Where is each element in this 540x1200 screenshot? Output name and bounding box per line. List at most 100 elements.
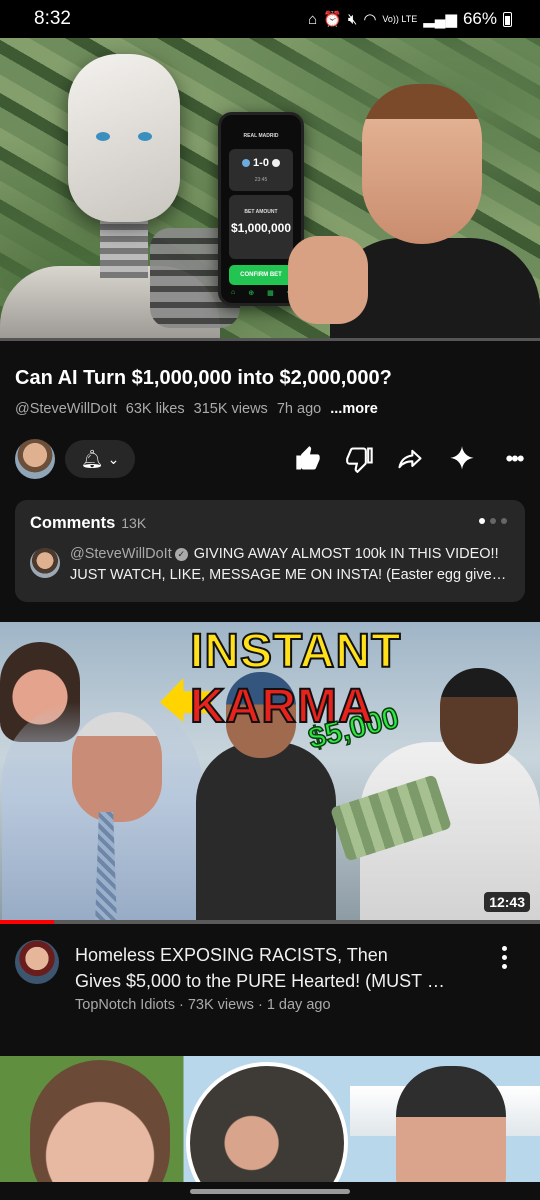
status-time: 8:32 [34,8,71,29]
comment-line-1: @SteveWillDoIt ✓ GIVING AWAY ALMOST 100k I… [70,544,510,565]
old-man [2,702,202,924]
battery-percent: 66% [462,9,497,28]
upload-age: 7h ago [276,401,322,417]
comments-pager-dots [479,518,507,524]
comment-text-2: JUST WATCH, LIKE, MESSAGE ME ON INSTA! (… [70,567,510,583]
signal-icon: ▂▄▆ [423,11,457,28]
notification-bell-button[interactable]: 🔔︎ ⌄ [65,440,135,478]
next-video-title-line-2: Gives $5,000 to the PURE Hearted! (MUST … [75,971,445,991]
next-video-meta: TopNotch Idiots · 73K views · 1 day ago [75,997,331,1013]
phone-home-icon: ⌂ [231,289,236,296]
next-video-age: 1 day ago [266,997,331,1013]
robot-eye-right [138,132,152,141]
phone-score: 1-0 [253,157,269,169]
share-button[interactable] [394,443,426,475]
thumbnail-text-karma: KARMA [189,679,374,734]
system-nav-bar [0,1182,540,1200]
man-head [362,84,482,244]
chevron-down-icon: ⌄ [107,450,120,467]
real-madrid-crest-icon [271,159,280,168]
alarm-icon: ⏰ [323,11,342,28]
action-row: 🔔︎ ⌄ ••• [0,437,540,483]
next-video-menu-button[interactable] [492,942,516,972]
next-video-title[interactable]: Homeless EXPOSING RACISTS, Then Gives $5… [75,942,475,994]
woman-face [30,1060,170,1182]
more-actions-button[interactable]: ••• [498,443,530,475]
watched-progress-fill [0,920,54,924]
verified-icon: ✓ [174,548,188,561]
old-man-tie [94,812,118,924]
dislike-button[interactable] [344,443,376,475]
comment-avatar [30,548,60,578]
meta-separator: · [174,997,188,1013]
more-link[interactable]: ...more [330,401,378,417]
phone-confirm-button: CONFIRM BET [229,265,293,285]
comments-card[interactable]: Comments 13K @SteveWillDoIt ✓ GIVING AWAY A… [15,500,525,602]
robot-head [68,54,180,222]
lock-screen-icon: ⌂ [308,10,318,28]
comments-label: Comments [30,514,116,532]
phone-clock: 23:45 [254,177,268,183]
phone-nav: ⌂⊕▦● [231,289,291,297]
video-duration: 12:43 [484,892,530,912]
phone-ball-icon: ⊕ [248,290,255,297]
more-icon: ••• [505,446,524,471]
kebab-dot [501,954,507,960]
comments-count: 13K [121,515,147,531]
like-button[interactable] [292,443,324,475]
share-icon [398,449,422,469]
like-count: 63K likes [125,401,185,417]
phone-amount: $1,000,000 [230,221,292,235]
phone-bet-box: BET AMOUNT $1,000,000 [229,195,293,259]
thumbnail-text-instant: INSTANT [189,624,402,679]
pager-dot [479,518,485,524]
mute-icon: 🔇︎ [347,10,358,28]
phone-header: REAL MADRID [243,133,279,139]
thumbnail-headline: INSTANT KARMA [189,624,540,734]
family-photo-circle [186,1062,348,1182]
phone-score-box: 1-0 23:45 [229,149,293,191]
next-video-views: 73K views [187,997,254,1013]
phone-bet-label: BET AMOUNT [244,209,278,215]
kebab-dot [501,945,507,951]
man-in-cap [196,742,336,924]
sparkle-icon [450,446,474,470]
battery-icon [503,11,512,27]
man-city-crest-icon [242,159,251,168]
status-icons: ⌂ ⏰ 🔇︎ ◠ Vo)) LTE ▂▄▆ 66% [308,9,512,29]
man-hand [288,236,368,324]
meta-separator: · [253,997,267,1013]
video-meta[interactable]: @SteveWillDoIt 63K likes 315K views 7h a… [15,401,383,417]
watched-progress-bar [0,920,540,924]
wifi-icon: ◠ [363,11,377,28]
next-video-title-line-1: Homeless EXPOSING RACISTS, Then [75,945,388,965]
network-label: Vo)) LTE [382,13,418,24]
phone-score-row: 1-0 [229,149,293,177]
kebab-dot [501,963,507,969]
pager-dot [501,518,507,524]
player-progress-bar[interactable] [0,338,540,341]
comment-author: @SteveWillDoIt [70,546,172,562]
robot-neck [100,218,148,278]
channel-avatar[interactable] [15,439,55,479]
bell-icon: 🔔︎ [80,448,104,469]
channel-handle: @SteveWillDoIt [15,401,117,417]
view-count: 315K views [193,401,268,417]
home-gesture-pill[interactable] [190,1189,350,1194]
robot-eye-left [96,132,110,141]
next-video-thumbnail[interactable]: $5,000 INSTANT KARMA 12:43 [0,622,540,924]
comment-text-1: GIVING AWAY ALMOST 100k IN THIS VIDEO!! [193,546,499,562]
top-comment: @SteveWillDoIt ✓ GIVING AWAY ALMOST 100k I… [70,544,510,586]
status-bar: 8:32 ⌂ ⏰ 🔇︎ ◠ Vo)) LTE ▂▄▆ 66% [0,0,540,38]
like-icon [296,446,320,470]
dislike-icon [346,447,373,473]
sparkle-button[interactable] [446,443,478,475]
third-video-thumbnail[interactable] [0,1056,540,1182]
old-man-head [72,712,162,822]
next-video-channel-avatar[interactable] [15,940,59,984]
video-player[interactable]: REAL MADRID 1-0 23:45 BET AMOUNT $1,000,… [0,38,540,340]
next-video-channel: TopNotch Idiots [75,997,175,1013]
woman-in-hat [396,1066,506,1182]
pager-dot [490,518,496,524]
video-title[interactable]: Can AI Turn $1,000,000 into $2,000,000? [15,364,525,392]
